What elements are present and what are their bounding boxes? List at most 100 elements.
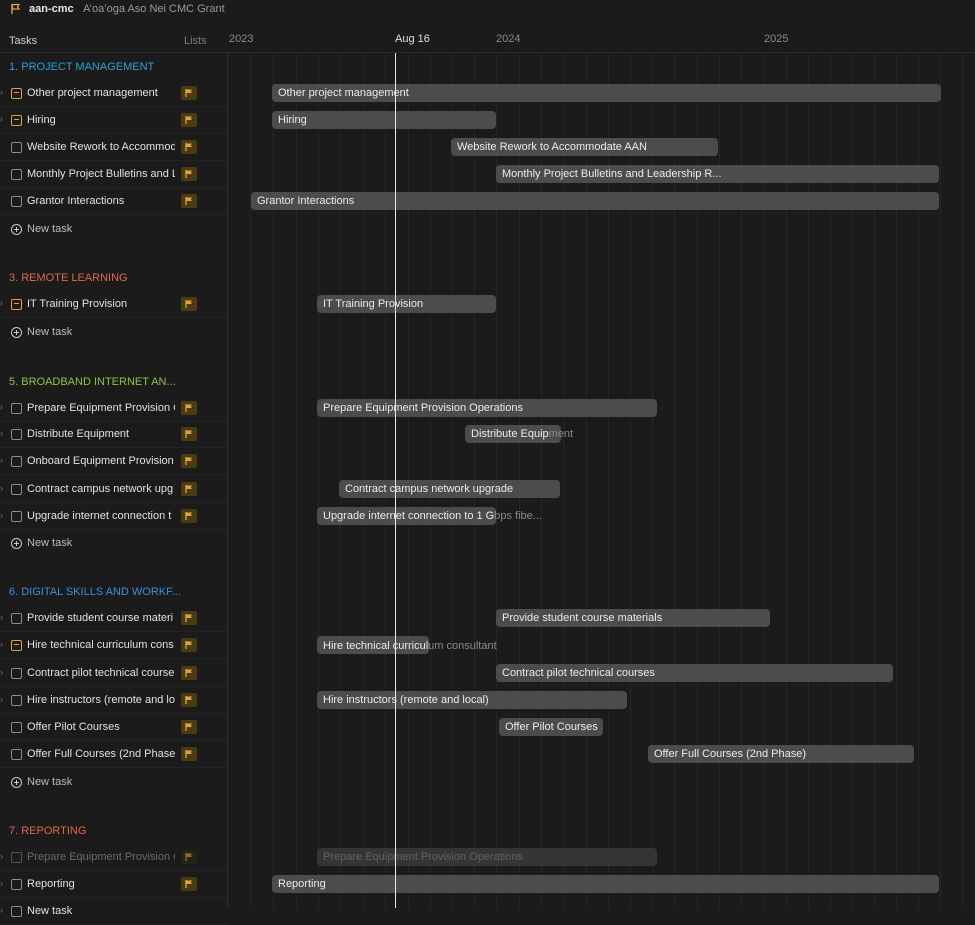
expand-caret-icon[interactable]: › <box>0 639 3 649</box>
task-label[interactable]: Monthly Project Bulletins and L <box>27 168 175 180</box>
flag-icon[interactable] <box>181 666 197 680</box>
expand-caret-icon[interactable]: › <box>0 483 3 493</box>
task-row-upgrade-internet[interactable]: › Upgrade internet connection t <box>0 503 227 530</box>
project-title[interactable]: A’oa’oga Aso Nei CMC Grant <box>83 3 225 15</box>
expand-caret-icon[interactable]: › <box>0 402 3 412</box>
task-row-monthly-bulletins[interactable]: Monthly Project Bulletins and L <box>0 161 227 188</box>
subtask-checkbox[interactable] <box>11 115 22 126</box>
expand-caret-icon[interactable]: › <box>0 667 3 677</box>
task-label[interactable]: Grantor Interactions <box>27 195 175 207</box>
task-row-offer-pilot-courses[interactable]: Offer Pilot Courses <box>0 714 227 741</box>
flag-icon[interactable] <box>181 509 197 523</box>
task-row-grantor-interactions[interactable]: Grantor Interactions <box>0 188 227 215</box>
task-checkbox[interactable] <box>11 749 22 760</box>
task-checkbox[interactable] <box>11 484 22 495</box>
section-remote-learning[interactable]: 3. REMOTE LEARNING <box>9 272 128 284</box>
task-label[interactable]: Onboard Equipment Provision <box>27 455 175 467</box>
task-row-hiring[interactable]: › Hiring <box>0 107 227 134</box>
expand-caret-icon[interactable]: › <box>0 851 3 861</box>
flag-icon[interactable] <box>181 638 197 652</box>
tasks-column-header[interactable]: Tasks <box>9 35 37 47</box>
task-row-onboard-equipment[interactable]: › Onboard Equipment Provision <box>0 448 227 475</box>
flag-icon[interactable] <box>181 747 197 761</box>
flag-icon[interactable] <box>181 401 197 415</box>
task-row-provide-course-materials[interactable]: › Provide student course materi <box>0 605 227 632</box>
task-label[interactable]: Hire technical curriculum cons <box>27 639 175 651</box>
task-checkbox[interactable] <box>11 429 22 440</box>
flag-icon[interactable] <box>181 482 197 496</box>
flag-icon[interactable] <box>181 194 197 208</box>
task-row-new-task[interactable]: › New task <box>0 898 227 925</box>
flag-icon[interactable] <box>181 454 197 468</box>
expand-caret-icon[interactable]: › <box>0 428 3 438</box>
task-checkbox[interactable] <box>11 852 22 863</box>
task-checkbox[interactable] <box>11 722 22 733</box>
subtask-checkbox[interactable] <box>11 88 22 99</box>
expand-caret-icon[interactable]: › <box>0 455 3 465</box>
task-row-prepare-equipment[interactable]: › Prepare Equipment Provision C <box>0 395 227 422</box>
expand-caret-icon[interactable]: › <box>0 694 3 704</box>
task-label[interactable]: Reporting <box>27 878 175 890</box>
task-label[interactable]: Hiring <box>27 114 175 126</box>
section-digital-skills[interactable]: 6. DIGITAL SKILLS AND WORKF... <box>9 586 181 598</box>
task-row-hire-instructors[interactable]: › Hire instructors (remote and lo <box>0 687 227 714</box>
task-label[interactable]: Contract campus network upg <box>27 483 175 495</box>
expand-caret-icon[interactable]: › <box>0 878 3 888</box>
new-task-button[interactable]: New task <box>0 532 227 556</box>
flag-icon[interactable] <box>181 167 197 181</box>
expand-caret-icon[interactable]: › <box>0 298 3 308</box>
expand-caret-icon[interactable]: › <box>0 905 3 915</box>
expand-caret-icon[interactable]: › <box>0 510 3 520</box>
task-row-contract-pilot-courses[interactable]: › Contract pilot technical course <box>0 660 227 687</box>
task-label[interactable]: Other project management <box>27 87 175 99</box>
task-label[interactable]: Distribute Equipment <box>27 428 175 440</box>
task-checkbox[interactable] <box>11 695 22 706</box>
section-project-management[interactable]: 1. PROJECT MANAGEMENT <box>9 61 154 73</box>
flag-icon[interactable] <box>181 113 197 127</box>
task-label[interactable]: New task <box>27 905 175 917</box>
flag-icon[interactable] <box>181 611 197 625</box>
task-row-offer-full-courses[interactable]: Offer Full Courses (2nd Phase) <box>0 741 227 768</box>
task-label[interactable]: Upgrade internet connection t <box>27 510 175 522</box>
task-row-it-training[interactable]: › IT Training Provision <box>0 291 227 318</box>
task-checkbox[interactable] <box>11 403 22 414</box>
task-checkbox[interactable] <box>11 511 22 522</box>
task-checkbox[interactable] <box>11 879 22 890</box>
task-checkbox[interactable] <box>11 668 22 679</box>
task-label[interactable]: Prepare Equipment Provision C <box>27 851 175 863</box>
task-checkbox[interactable] <box>11 169 22 180</box>
flag-icon[interactable] <box>181 877 197 891</box>
flag-icon[interactable] <box>181 720 197 734</box>
task-label[interactable]: Offer Pilot Courses <box>27 721 175 733</box>
section-reporting[interactable]: 7. REPORTING <box>9 825 86 837</box>
subtask-checkbox[interactable] <box>11 640 22 651</box>
task-label[interactable]: Website Rework to Accommod <box>27 141 175 153</box>
expand-caret-icon[interactable]: › <box>0 612 3 622</box>
project-code[interactable]: aan-cmc <box>29 3 74 15</box>
task-label[interactable]: Prepare Equipment Provision C <box>27 402 175 414</box>
new-task-button[interactable]: New task <box>0 321 227 345</box>
expand-caret-icon[interactable]: › <box>0 87 3 97</box>
expand-caret-icon[interactable]: › <box>0 114 3 124</box>
flag-icon[interactable] <box>181 140 197 154</box>
task-row-other-project-management[interactable]: › Other project management <box>0 80 227 107</box>
flag-icon[interactable] <box>181 850 197 864</box>
task-row-hire-curriculum-consultant[interactable]: › Hire technical curriculum cons <box>0 632 227 659</box>
subtask-checkbox[interactable] <box>11 299 22 310</box>
task-label[interactable]: IT Training Provision <box>27 298 175 310</box>
new-task-button[interactable]: New task <box>0 771 227 795</box>
task-checkbox[interactable] <box>11 142 22 153</box>
task-row-distribute-equipment[interactable]: › Distribute Equipment <box>0 421 227 448</box>
task-checkbox[interactable] <box>11 613 22 624</box>
task-label[interactable]: Provide student course materi <box>27 612 175 624</box>
flag-icon[interactable] <box>181 693 197 707</box>
task-label[interactable]: Hire instructors (remote and lo <box>27 694 175 706</box>
flag-icon[interactable] <box>181 297 197 311</box>
task-checkbox[interactable] <box>11 196 22 207</box>
task-row-reporting[interactable]: › Reporting <box>0 871 227 898</box>
gantt-bar[interactable] <box>272 875 939 893</box>
task-row-website-rework[interactable]: Website Rework to Accommod <box>0 134 227 161</box>
task-row-prepare-equipment-dragging[interactable]: › Prepare Equipment Provision C <box>0 844 227 871</box>
flag-icon[interactable] <box>181 86 197 100</box>
lists-column-header[interactable]: Lists <box>184 35 207 47</box>
